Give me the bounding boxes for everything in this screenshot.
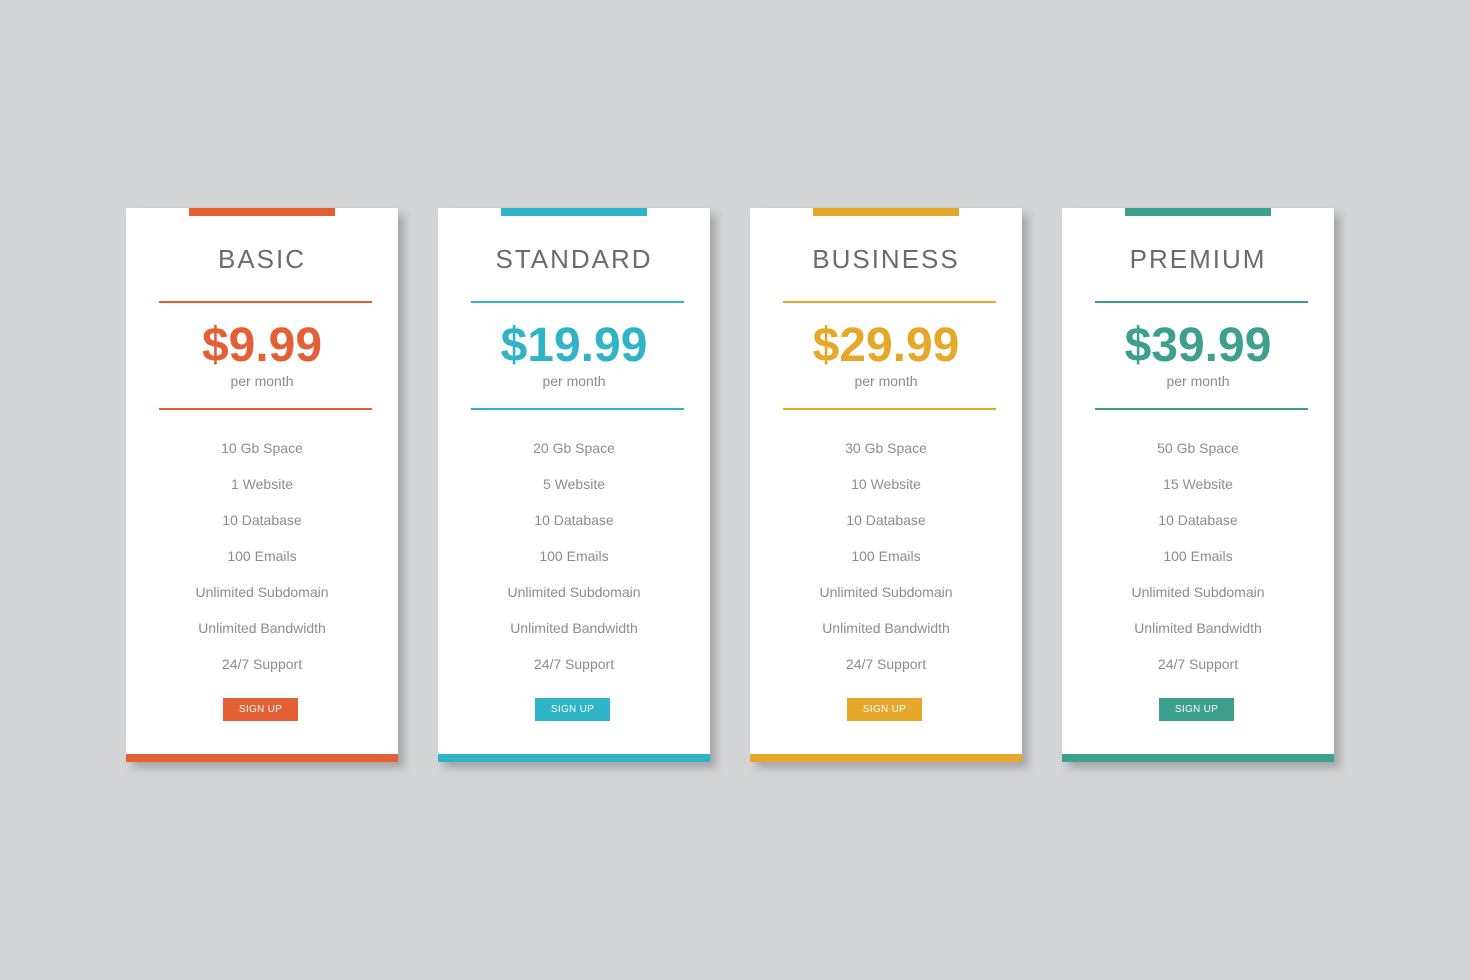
feature-item: 100 Emails: [1163, 548, 1233, 564]
plan-name: BASIC: [217, 244, 307, 274]
plan-period: per month: [230, 373, 294, 389]
divider: [471, 408, 684, 410]
divider: [783, 301, 996, 303]
plan-name: PREMIUM: [1129, 244, 1267, 274]
plan-name: STANDARD: [495, 244, 653, 274]
plan-period: per month: [1166, 373, 1230, 389]
feature-item: 10 Database: [846, 512, 926, 528]
feature-item: Unlimited Bandwidth: [1134, 620, 1262, 636]
feature-item: 24/7 Support: [845, 656, 927, 672]
plan-price: $29.99: [812, 319, 960, 372]
feature-item: 1 Website: [231, 476, 293, 492]
plan-period: per month: [854, 373, 918, 389]
feature-item: 10 Database: [222, 512, 302, 528]
feature-list: 50 Gb Space 15 Website 10 Database 100 E…: [1062, 438, 1334, 690]
feature-item: Unlimited Subdomain: [507, 584, 641, 600]
feature-item: Unlimited Bandwidth: [822, 620, 950, 636]
plan-card-standard: STANDARD $19.99 per month 20 Gb Space 5 …: [438, 208, 710, 762]
plan-name: BUSINESS: [812, 244, 960, 274]
feature-item: 24/7 Support: [221, 656, 303, 672]
divider: [783, 408, 996, 410]
accent-bottom-bar: [126, 754, 398, 762]
feature-item: 50 Gb Space: [1157, 440, 1239, 456]
feature-item: Unlimited Bandwidth: [198, 620, 326, 636]
divider: [1095, 301, 1308, 303]
plan-price: $9.99: [201, 319, 323, 372]
sign-up-button[interactable]: SIGN UP: [535, 698, 610, 721]
feature-list: 20 Gb Space 5 Website 10 Database 100 Em…: [438, 438, 710, 690]
plan-card-premium: PREMIUM $39.99 per month 50 Gb Space 15 …: [1062, 208, 1334, 762]
feature-item: 10 Database: [534, 512, 614, 528]
plan-price: $39.99: [1124, 319, 1272, 372]
divider: [159, 301, 372, 303]
accent-bottom-bar: [1062, 754, 1334, 762]
accent-top-bar: [189, 208, 335, 216]
feature-item: 24/7 Support: [533, 656, 615, 672]
feature-item: 10 Database: [1158, 512, 1238, 528]
feature-item: 5 Website: [543, 476, 605, 492]
accent-top-bar: [813, 208, 959, 216]
feature-item: 10 Gb Space: [221, 440, 303, 456]
plan-period: per month: [542, 373, 606, 389]
divider: [1095, 408, 1308, 410]
feature-item: 100 Emails: [539, 548, 609, 564]
sign-up-button[interactable]: SIGN UP: [1159, 698, 1234, 721]
sign-up-button[interactable]: SIGN UP: [223, 698, 298, 721]
divider: [471, 301, 684, 303]
sign-up-button[interactable]: SIGN UP: [847, 698, 922, 721]
feature-item: Unlimited Subdomain: [1131, 584, 1265, 600]
divider: [159, 408, 372, 410]
feature-list: 10 Gb Space 1 Website 10 Database 100 Em…: [126, 438, 398, 690]
feature-item: 100 Emails: [851, 548, 921, 564]
plan-price: $19.99: [500, 319, 648, 372]
feature-list: 30 Gb Space 10 Website 10 Database 100 E…: [750, 438, 1022, 690]
feature-item: Unlimited Subdomain: [195, 584, 329, 600]
feature-item: 24/7 Support: [1157, 656, 1239, 672]
plan-card-business: BUSINESS $29.99 per month 30 Gb Space 10…: [750, 208, 1022, 762]
feature-item: 30 Gb Space: [845, 440, 927, 456]
feature-item: 10 Website: [851, 476, 921, 492]
accent-bottom-bar: [438, 754, 710, 762]
accent-top-bar: [1125, 208, 1271, 216]
plan-card-basic: BASIC $9.99 per month 10 Gb Space 1 Webs…: [126, 208, 398, 762]
feature-item: Unlimited Subdomain: [819, 584, 953, 600]
accent-top-bar: [501, 208, 647, 216]
feature-item: 20 Gb Space: [533, 440, 615, 456]
feature-item: 15 Website: [1163, 476, 1233, 492]
accent-bottom-bar: [750, 754, 1022, 762]
feature-item: 100 Emails: [227, 548, 297, 564]
feature-item: Unlimited Bandwidth: [510, 620, 638, 636]
